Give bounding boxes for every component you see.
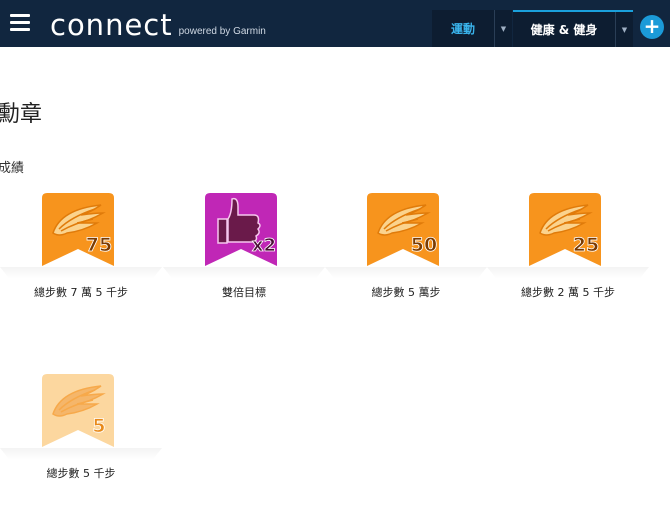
winged-steps-badge-icon: 25 — [529, 193, 601, 266]
badge-card[interactable]: 5 總步數 5 千步 — [0, 374, 162, 494]
badge-name[interactable]: 總步數 5 千步 — [0, 465, 162, 481]
tab-health-fitness-label: 健康 & 健身 — [530, 23, 598, 37]
section-title: 成績 — [0, 161, 25, 176]
badge-number: 50 — [411, 234, 437, 256]
connect-logo[interactable]: connect powered by Garmin — [50, 7, 266, 41]
badge-number: 25 — [573, 234, 599, 256]
badge-number: 5 — [92, 415, 105, 437]
winged-steps-badge-icon: 50 — [367, 193, 439, 266]
badge-name[interactable]: 總步數 7 萬 5 千步 — [0, 284, 162, 300]
badge-name[interactable]: 總步數 5 萬步 — [325, 284, 487, 300]
top-navigation-bar: connect powered by Garmin 運動 ▼ 健康 & 健身 ▼… — [0, 0, 670, 47]
badge-card[interactable]: 75 總步數 7 萬 5 千步 — [0, 193, 162, 313]
badge-card[interactable]: x2 雙倍目標 — [163, 193, 325, 313]
winged-steps-badge-icon: 5 — [42, 374, 114, 447]
badge-pedestal — [0, 448, 162, 460]
logo-tagline: powered by Garmin — [178, 26, 266, 37]
thumbs-up-badge-icon: x2 — [205, 193, 277, 266]
tab-activities-label: 運動 — [450, 22, 475, 36]
hamburger-menu-icon[interactable] — [10, 14, 30, 31]
tab-health-fitness[interactable]: 健康 & 健身 ▼ — [513, 10, 633, 47]
page-title: 勳章 — [0, 102, 43, 127]
caret-down-icon[interactable]: ▼ — [615, 12, 633, 47]
badge-name[interactable]: 總步數 2 萬 5 千步 — [487, 284, 649, 300]
badge-pedestal — [163, 267, 325, 279]
plus-icon[interactable]: + — [640, 15, 664, 39]
badge-pedestal — [0, 267, 162, 279]
badge-name[interactable]: 雙倍目標 — [163, 284, 325, 300]
winged-steps-badge-icon: 75 — [42, 193, 114, 266]
badge-number: 75 — [86, 234, 112, 256]
badge-pedestal — [487, 267, 649, 279]
badge-pedestal — [325, 267, 487, 279]
caret-down-icon[interactable]: ▼ — [494, 10, 512, 47]
badge-number: x2 — [252, 235, 276, 256]
badge-card[interactable]: 25 總步數 2 萬 5 千步 — [487, 193, 649, 313]
badge-card[interactable]: 50 總步數 5 萬步 — [325, 193, 487, 313]
tab-activities[interactable]: 運動 ▼ — [432, 10, 512, 47]
logo-wordmark: connect — [50, 8, 173, 42]
